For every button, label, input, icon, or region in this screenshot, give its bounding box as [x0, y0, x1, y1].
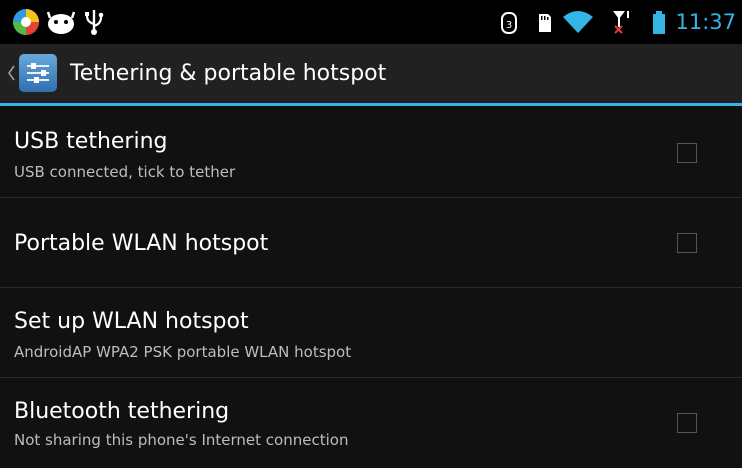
back-chevron-icon[interactable]: [6, 64, 16, 82]
android-notify-icon: [46, 11, 76, 34]
usb-tethering-checkbox[interactable]: [677, 143, 697, 163]
list-item-summary: USB connected, tick to tether: [14, 163, 236, 181]
status-bar: 3 11:37: [0, 0, 742, 44]
svg-text:3: 3: [506, 20, 512, 31]
list-item-portable-wlan-hotspot[interactable]: Portable WLAN hotspot: [0, 198, 742, 288]
action-bar: Tethering & portable hotspot: [0, 44, 742, 106]
wifi-icon: [563, 11, 593, 33]
list-item-bluetooth-tethering[interactable]: Bluetooth tethering Not sharing this pho…: [0, 378, 742, 468]
sync-data-icon: 3: [501, 12, 517, 34]
list-item-summary: AndroidAP WPA2 PSK portable WLAN hotspot: [14, 343, 352, 361]
list-item-usb-tethering[interactable]: USB tethering USB connected, tick to tet…: [0, 108, 742, 198]
portable-wlan-hotspot-checkbox[interactable]: [677, 233, 697, 253]
page-title: Tethering & portable hotspot: [70, 61, 387, 86]
list-item-title: USB tethering: [14, 129, 168, 154]
usb-icon: [85, 10, 104, 35]
clock: 11:37: [675, 10, 736, 34]
list-item-setup-wlan-hotspot[interactable]: Set up WLAN hotspot AndroidAP WPA2 PSK p…: [0, 288, 742, 378]
sd-card-icon: [539, 14, 551, 32]
settings-sliders-icon[interactable]: [19, 54, 57, 92]
list-item-title: Set up WLAN hotspot: [14, 309, 249, 334]
battery-icon: [653, 11, 665, 34]
list-item-title: Portable WLAN hotspot: [14, 231, 269, 256]
list-item-title: Bluetooth tethering: [14, 399, 230, 424]
signal-no-sim-icon: [613, 11, 629, 34]
bluetooth-tethering-checkbox[interactable]: [677, 413, 697, 433]
colorful-app-icon: [13, 9, 39, 35]
list-item-summary: Not sharing this phone's Internet connec…: [14, 431, 349, 449]
